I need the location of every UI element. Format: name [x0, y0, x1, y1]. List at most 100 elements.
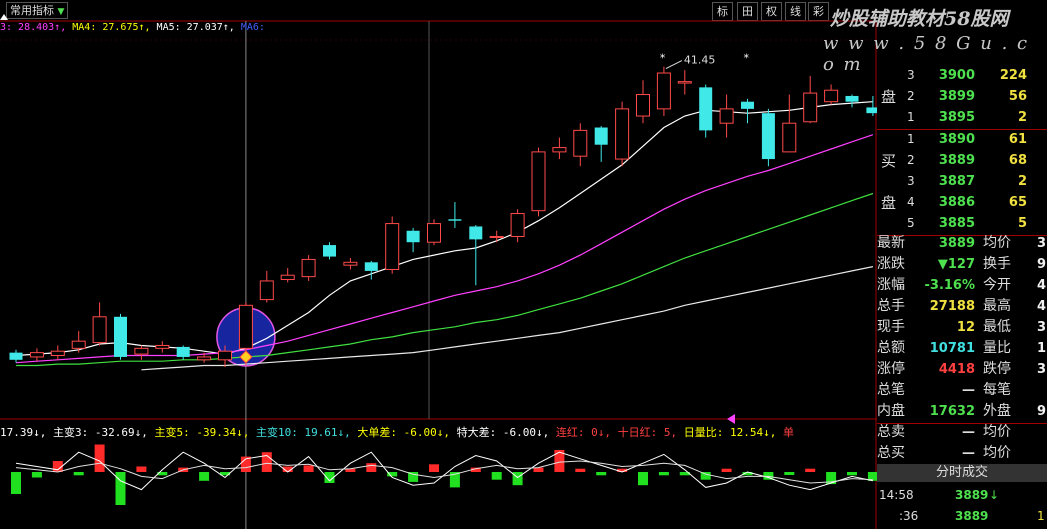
quote-value: 12 [956, 320, 975, 335]
buy-volume: 2 [1017, 174, 1027, 189]
buy-level: 1 [907, 132, 915, 146]
candle-body [594, 127, 608, 145]
quote-label-2: 量比 [983, 340, 1011, 356]
buy-volume: 5 [1017, 216, 1027, 231]
high-pointer [665, 60, 683, 70]
quote-row: 总手 27188 最高 4 [877, 296, 1047, 317]
candle-body [845, 95, 859, 102]
quote-label: 总手 [877, 298, 905, 314]
sell-row[interactable]: 2 3899 56 [877, 86, 1047, 107]
quote-row: 内盘 17632 外盘 9 [877, 401, 1047, 422]
candle-body [176, 346, 190, 357]
buy-level: 5 [907, 216, 915, 230]
candle-body [615, 108, 630, 160]
candle-body [197, 356, 212, 361]
indicator-legend-item: 日量比: 12.54↓, [677, 426, 777, 439]
candle-body [531, 151, 546, 212]
candle-body [280, 274, 295, 281]
candle-body [9, 352, 23, 360]
candle-body [699, 87, 713, 131]
quote-value: — [962, 383, 975, 398]
indicator-legend-item: 连红: 0↓, [549, 426, 612, 439]
ma-legend: 3: 28.403↑, MA4: 27.675↑, MA5: 27.037↑, … [0, 22, 265, 33]
star-icon: * [744, 52, 750, 65]
sell-row[interactable]: 3 3900 224 [877, 65, 1047, 86]
quote-label: 总笔 [877, 382, 905, 398]
buy-level: 4 [907, 195, 915, 209]
buy-row[interactable]: 2 3889 68 [877, 150, 1047, 171]
indicator-bar [658, 472, 669, 476]
indicator-legend-item: 特大差: -6.00↓, [450, 426, 550, 439]
indicator-bar [31, 472, 42, 478]
candle-body [50, 350, 65, 357]
quote-value-2: 9. [1037, 257, 1047, 272]
candle-body [552, 147, 567, 153]
quote-value: ▼127 [937, 257, 975, 272]
quote-label-2: 均价 [983, 235, 1011, 251]
star-icon: * [660, 52, 666, 65]
indicator-legend-item: 主变10: 19.61↓, [249, 426, 351, 439]
buy-price: 3889 [938, 153, 975, 168]
buy-row[interactable]: 1 3890 61 [877, 129, 1047, 150]
sell-row[interactable]: 1 3895 2 [877, 107, 1047, 128]
indicator-bar [805, 468, 816, 472]
buy-price: 3885 [938, 216, 975, 231]
quote-label: 总卖 [877, 424, 905, 440]
arrow-down-icon: ↓ [989, 488, 1000, 502]
quote-row: 总卖 — 均价 [877, 422, 1047, 443]
quote-value: 27188 [929, 299, 975, 314]
indicator-legend-item: 十日红: 5, [611, 426, 678, 439]
quote-row: 总笔 — 每笔 [877, 380, 1047, 401]
trade-price: 3889 [955, 488, 989, 502]
quote-row: 总买 — 均价 [877, 443, 1047, 464]
candle-body [406, 230, 420, 243]
quote-value: 17632 [929, 404, 975, 419]
quote-label: 现手 [877, 319, 905, 335]
ma-legend-item: MA6: [234, 22, 265, 33]
indicator-bar [721, 468, 732, 472]
candle-body [71, 340, 86, 349]
buy-row[interactable]: 4 3886 65 [877, 192, 1047, 213]
indicator-bar [596, 472, 607, 476]
trade-time: :36 [899, 509, 919, 523]
candle-body [385, 223, 400, 270]
quote-label-2: 今开 [983, 277, 1011, 293]
buy-volume: 68 [1008, 153, 1027, 168]
quote-row: 总额 10781 量比 1 [877, 338, 1047, 359]
quote-value: 4418 [938, 362, 975, 377]
marker-icon [0, 14, 8, 20]
ma-legend-item: MA4: 27.675↑, [66, 22, 151, 33]
trades-header[interactable]: 分时成交 [877, 464, 1047, 482]
trade-time: 14:58 [879, 488, 914, 502]
indicator-bar [429, 464, 439, 472]
buy-price: 3890 [938, 132, 975, 147]
indicator-bar [784, 472, 795, 475]
indicator-bar [94, 444, 105, 472]
buy-level: 2 [907, 153, 915, 167]
sell-volume: 2 [1017, 110, 1027, 125]
kline-chart[interactable]: 41.45 * * [0, 0, 877, 529]
buy-price: 3886 [938, 195, 975, 210]
quote-panel: 盘 买 盘 3 3900 224 2 3899 56 1 3895 2 1 38… [877, 48, 1047, 529]
buy-row[interactable]: 3 3887 2 [877, 171, 1047, 192]
candle-body [782, 122, 797, 153]
candle-body [218, 350, 232, 361]
candle-body [448, 219, 462, 221]
quote-label: 涨幅 [877, 277, 905, 293]
quote-value: 3889 [938, 236, 975, 251]
quote-row: 涨停 4418 跌停 3 [877, 359, 1047, 380]
candle-body [719, 108, 734, 124]
buy-row[interactable]: 5 3885 5 [877, 213, 1047, 234]
candle-body [134, 347, 149, 355]
quote-label: 涨跌 [877, 256, 905, 272]
quote-label: 总买 [877, 445, 905, 461]
indicator-bar [847, 472, 857, 476]
quote-label-2: 均价 [983, 445, 1011, 461]
quote-label: 最新 [877, 235, 905, 251]
quote-value-2: 3 [1037, 362, 1047, 377]
candle-body [92, 316, 107, 344]
sell-volume: 224 [999, 68, 1027, 83]
quote-row: 最新 3889 均价 3 [877, 233, 1047, 254]
indicator-bar [366, 463, 377, 472]
candle-body [741, 101, 754, 109]
